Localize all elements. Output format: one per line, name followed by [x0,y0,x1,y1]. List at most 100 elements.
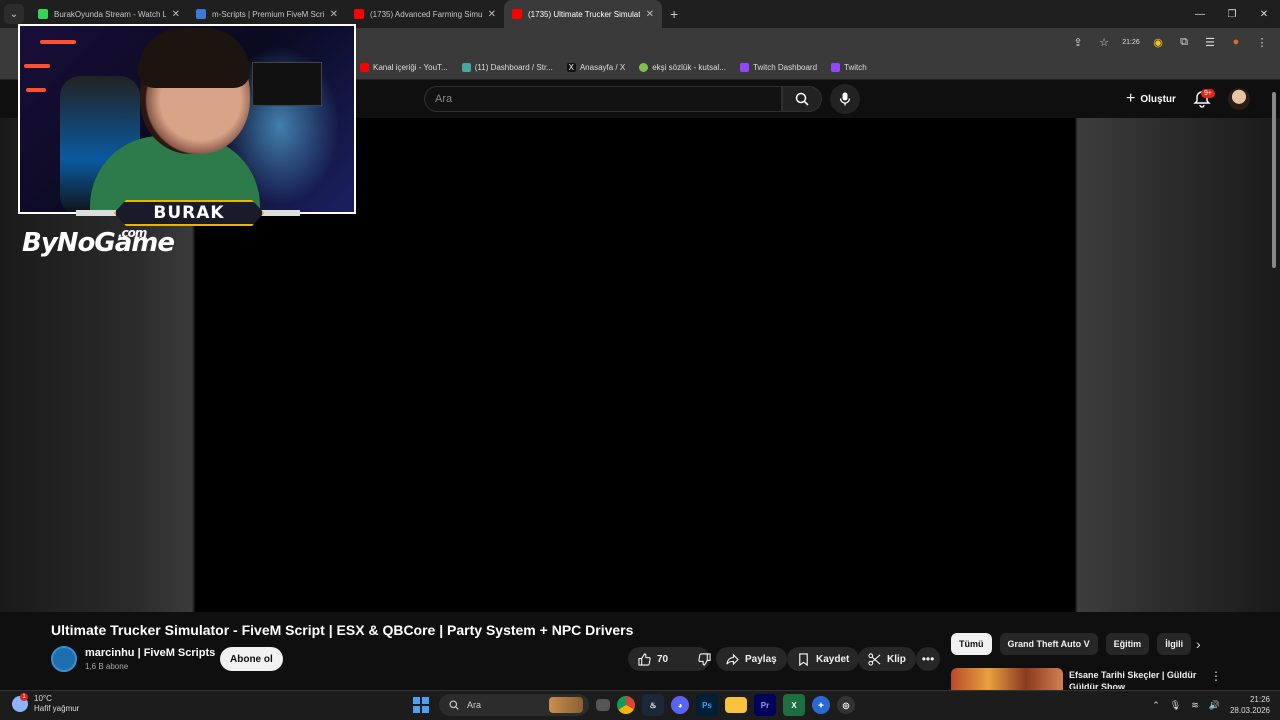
tab-title: m-Scripts | Premium FiveM Scri [212,9,324,19]
save-label: Kaydet [816,653,850,665]
new-tab-icon[interactable]: + [670,6,678,22]
clip-button[interactable]: Klip [858,647,916,671]
bookmark-icon [799,652,808,666]
bookmark-label: Anasayfa / X [579,63,626,72]
obs-icon[interactable]: ◎ [837,696,855,714]
chip-related[interactable]: İlgili [1157,633,1192,655]
bookmark-label: Twitch Dashboard [753,63,818,72]
thumbs-down-icon [698,652,711,666]
search-button[interactable] [782,86,822,112]
file-explorer-icon[interactable] [725,697,747,713]
twitch-icon [740,63,749,72]
photoshop-icon[interactable]: Ps [696,694,718,716]
system-clock[interactable]: 21:26 28.03.2026 [1230,694,1270,716]
like-count: 70 [657,653,669,665]
browser-tab-3-active[interactable]: (1735) Ultimate Trucker Simulat ✕ [504,0,662,28]
chip-all[interactable]: Tümü [951,633,992,655]
excel-icon[interactable]: X [783,694,805,716]
create-button[interactable]: + Oluştur [1116,85,1186,113]
clock-time: 21:26 [1249,695,1270,704]
chip-education[interactable]: Eğitim [1105,633,1150,655]
bookmark-label: Kanal içeriği - YouT... [373,63,448,72]
windows-taskbar: 1 10°C Hafif yağmur Ara ♨ ◕ Ps Pr X ✦ ◎ … [0,690,1280,720]
search-highlight-image [549,697,583,713]
premiere-icon[interactable]: Pr [754,694,776,716]
related-video-menu-icon[interactable]: ⋮ [1210,669,1222,683]
bookmark-2[interactable]: X Anasayfa / X [566,63,626,72]
led-strip [40,40,76,44]
taskbar-apps: Ara ♨ ◕ Ps Pr X ✦ ◎ [410,694,855,716]
extension-icon[interactable]: ◉ [1148,32,1168,52]
clock-date: 28.03.2026 [1229,706,1270,715]
install-app-icon[interactable]: ⇪ [1068,32,1088,52]
chrome-icon[interactable] [617,696,635,714]
streamer-name: BURAK [114,200,264,226]
related-video-thumbnail[interactable] [951,668,1063,690]
thumbs-up-icon [638,652,651,666]
clip-label: Klip [887,653,906,665]
search-input[interactable]: Ara [424,86,782,112]
channel-avatar[interactable] [51,646,77,672]
microphone-icon[interactable]: 🎙 [1170,700,1181,711]
bookmark-3[interactable]: ekşi sözlük - kutsal... [639,63,726,72]
close-window-icon[interactable]: ✕ [1248,0,1280,28]
channel-name[interactable]: marcinhu | FiveM Scripts [85,647,215,659]
chevron-right-icon[interactable]: › [1196,636,1201,652]
maximize-icon[interactable]: ❐ [1216,0,1248,28]
taskbar-search-input[interactable]: Ara [439,694,589,716]
tab-close-icon[interactable]: ✕ [172,9,180,20]
bookmark-5[interactable]: Twitch [831,63,867,72]
menu-dots-icon[interactable]: ⋮ [1252,32,1272,52]
bookmark-1[interactable]: (11) Dashboard / Str... [461,63,553,72]
bookmark-label: Twitch [844,63,867,72]
streamer-nameplate: BURAK [76,200,300,228]
tab-title: (1735) Advanced Farming Simu [370,9,482,19]
like-dislike-group: 70 [628,647,711,671]
weather-widget[interactable]: 1 10°C Hafif yağmur [12,693,80,714]
share-button[interactable]: Paylaş [716,647,787,671]
task-view-icon[interactable] [596,699,610,711]
discord-icon[interactable]: ◕ [671,696,689,714]
video-title: Ultimate Trucker Simulator - FiveM Scrip… [51,622,634,638]
toolbar-icons: ⇪ ☆ 21:26 ◉ ⧉ ☰ ● ⋮ [1068,32,1272,52]
user-avatar[interactable] [1228,88,1250,110]
more-actions-icon[interactable]: ••• [916,647,940,671]
chip-gta-v[interactable]: Grand Theft Auto V [999,633,1098,655]
brand-name: ByNoGame [22,228,175,258]
weather-rain-icon: 1 [12,693,28,712]
tab-close-icon[interactable]: ✕ [330,9,338,20]
volume-icon[interactable]: 🔊 [1209,700,1220,711]
tab-title: BurakOyunda Stream - Watch L [54,9,166,19]
tab-search-button[interactable]: ⌄ [4,4,24,24]
windows-start-icon[interactable] [410,694,432,716]
tab-title: (1735) Ultimate Trucker Simulat [528,9,640,19]
voice-search-button[interactable] [830,84,860,114]
tab-close-icon[interactable]: ✕ [488,9,496,20]
bookmark-4[interactable]: Twitch Dashboard [740,63,817,72]
chevron-up-icon[interactable]: ⌃ [1152,700,1160,711]
weather-condition: Hafif yağmur [34,704,80,713]
reading-list-icon[interactable]: ☰ [1200,32,1220,52]
network-app-icon[interactable]: ✦ [812,696,830,714]
like-button[interactable]: 70 [628,647,676,671]
save-button[interactable]: Kaydet [787,647,860,671]
dislike-button[interactable] [688,647,719,671]
extension-clock-badge[interactable]: 21:26 [1120,32,1142,52]
related-video-title[interactable]: Efsane Tarihi Skeçler | Güldür Güldür Sh… [1069,669,1199,689]
background-tv [252,62,322,106]
bookmark-star-icon[interactable]: ☆ [1094,32,1114,52]
youtube-icon [360,63,369,72]
bookmark-0[interactable]: Kanal içeriği - YouT... [360,63,448,72]
tab-close-icon[interactable]: ✕ [646,9,654,20]
tab-favicon-icon [196,9,206,19]
extensions-puzzle-icon[interactable]: ⧉ [1174,32,1194,52]
nameplate-wing-left [76,210,116,216]
steam-icon[interactable]: ♨ [642,694,664,716]
page-scrollbar-thumb[interactable] [1272,92,1276,268]
wifi-icon[interactable]: ≋ [1191,700,1199,711]
profile-icon[interactable]: ● [1226,32,1246,52]
minimize-icon[interactable]: — [1184,0,1216,28]
browser-tab-2[interactable]: (1735) Advanced Farming Simu ✕ [346,0,504,28]
tab-favicon-icon [38,9,48,19]
subscribe-button[interactable]: Abone ol [220,647,283,671]
